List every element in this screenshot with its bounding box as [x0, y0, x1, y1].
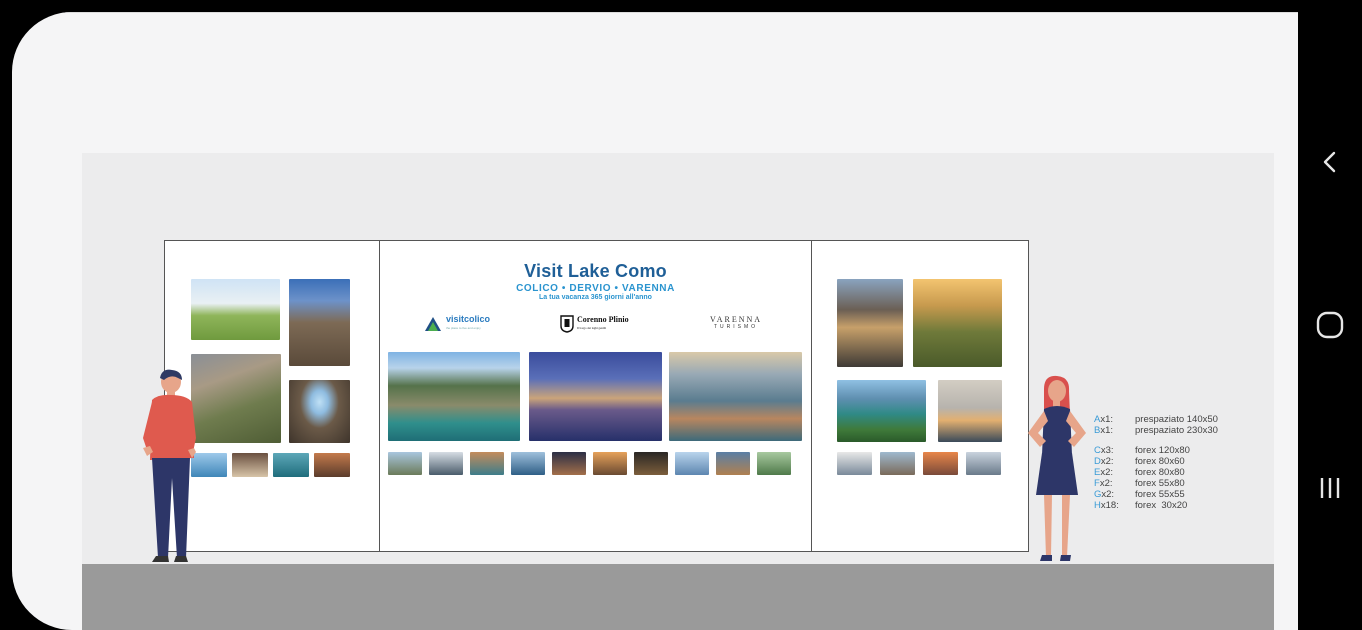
legend-desc: forex 55x55	[1135, 489, 1185, 500]
legend-row-e: Ex2: forex 80x80	[1094, 467, 1218, 478]
legend-desc: forex 30x20	[1135, 500, 1188, 511]
photo-arch-alley	[289, 380, 350, 443]
photo-bell-tower	[837, 279, 903, 367]
mountain-logo-icon	[425, 317, 441, 331]
colico-logo-text: visitcolico the place to live and enjoy	[446, 315, 490, 333]
android-nav-bar	[1298, 0, 1362, 630]
photo-thumb-6	[593, 452, 627, 475]
materials-legend: Ax1: prespaziato 140x50 Bx1: prespaziato…	[1094, 414, 1218, 511]
legend-code: Ax1:	[1094, 414, 1114, 425]
poster-header: Visit Lake Como COLICO • DERVIO • VARENN…	[380, 261, 811, 301]
photo-thumb-r1	[837, 452, 872, 475]
photo-thumb-4	[511, 452, 545, 475]
photo-thumb-2	[429, 452, 463, 475]
woman-figure-illustration	[1028, 375, 1086, 561]
legend-desc: prespaziato 140x50	[1135, 414, 1218, 425]
legend-desc: forex 80x80	[1135, 467, 1185, 478]
legend-code: Hx18:	[1094, 500, 1119, 511]
photo-colico-aerial	[388, 352, 520, 441]
photo-thumb-10	[757, 452, 791, 475]
corenno-logo-sub: Il borgo dei laghi gentili	[577, 326, 607, 330]
varenna-logo-top: VARENNA	[710, 315, 763, 324]
photo-thumb-1	[388, 452, 422, 475]
legend-row-b: Bx1: prespaziato 230x30	[1094, 425, 1218, 436]
photo-cyclists-park	[191, 279, 280, 340]
legend-code: Gx2:	[1094, 489, 1115, 500]
legend-row-a: Ax1: prespaziato 140x50	[1094, 414, 1218, 425]
photo-thumb-5	[552, 452, 586, 475]
corenno-logo-text: Corenno Plinio Il borgo dei laghi gentil…	[577, 316, 629, 332]
photo-varenna-coast	[669, 352, 802, 441]
circle-home-icon	[1316, 311, 1344, 339]
legend-row-d: Dx2: forex 80x60	[1094, 456, 1218, 467]
legend-code: Dx2:	[1094, 456, 1114, 467]
recents-button[interactable]	[1298, 468, 1362, 508]
poster-tagline: La tua vacanza 365 giorni all'anno	[539, 294, 652, 301]
legend-row-c: Cx3: forex 120x80	[1094, 445, 1218, 456]
photo-thumb-9	[716, 452, 750, 475]
center-panel: Visit Lake Como COLICO • DERVIO • VARENN…	[380, 240, 812, 552]
legend-code: Cx3:	[1094, 445, 1114, 456]
legend-code: Ex2:	[1094, 467, 1114, 478]
legend-desc: forex 55x80	[1135, 478, 1185, 489]
logo-corenno-plinio: Corenno Plinio Il borgo dei laghi gentil…	[560, 315, 629, 333]
man-figure-illustration	[143, 369, 196, 562]
crest-logo-icon	[560, 315, 574, 333]
photo-aerial-village	[191, 354, 281, 443]
legend-desc: prespaziato 230x30	[1135, 425, 1218, 436]
legend-row-f: Fx2: forex 55x80	[1094, 478, 1218, 489]
colico-logo-main: visitcolico	[446, 314, 491, 324]
poster-title: Visit Lake Como	[524, 261, 667, 281]
colico-logo-sub: the place to live and enjoy	[446, 326, 481, 330]
corenno-logo-main: Corenno Plinio	[577, 315, 629, 324]
screen-top-edge	[12, 12, 1298, 13]
photo-hills-sunset	[913, 279, 1002, 367]
chevron-left-icon	[1323, 151, 1336, 173]
photo-thumb-r2	[880, 452, 915, 475]
photo-thumb-7	[634, 452, 668, 475]
photo-thumb-r4	[966, 452, 1001, 475]
legend-row-g: Gx2: forex 55x55	[1094, 489, 1218, 500]
photo-thumb-8	[675, 452, 709, 475]
logo-varenna-turismo: VARENNA TURISMO	[710, 315, 762, 330]
photo-thumb-3	[470, 452, 504, 475]
logo-visitcolico: visitcolico the place to live and enjoy	[424, 315, 490, 333]
legend-row-h: Hx18: forex 30x20	[1094, 500, 1218, 511]
right-panel	[812, 240, 1029, 552]
photo-thumb-terrace	[232, 453, 268, 477]
legend-code: Bx1:	[1094, 425, 1114, 436]
photo-thumb-harbor	[273, 453, 309, 477]
poster-subtitle: COLICO • DERVIO • VARENNA	[516, 283, 675, 294]
photo-paragliders	[938, 380, 1002, 442]
photo-thumb-sunset	[314, 453, 350, 477]
legend-code: Fx2:	[1094, 478, 1113, 489]
photo-stone-tower	[289, 279, 350, 366]
photo-dervio-night	[529, 352, 662, 441]
varenna-logo-bottom: TURISMO	[714, 324, 759, 330]
booth-floor	[82, 564, 1274, 630]
legend-desc: forex 120x80	[1135, 445, 1190, 456]
photo-thumb-r3	[923, 452, 958, 475]
back-button[interactable]	[1298, 142, 1362, 182]
home-button[interactable]	[1298, 305, 1362, 345]
legend-desc: forex 80x60	[1135, 456, 1185, 467]
photo-promontory	[837, 380, 926, 442]
three-bars-recents-icon	[1320, 478, 1340, 498]
